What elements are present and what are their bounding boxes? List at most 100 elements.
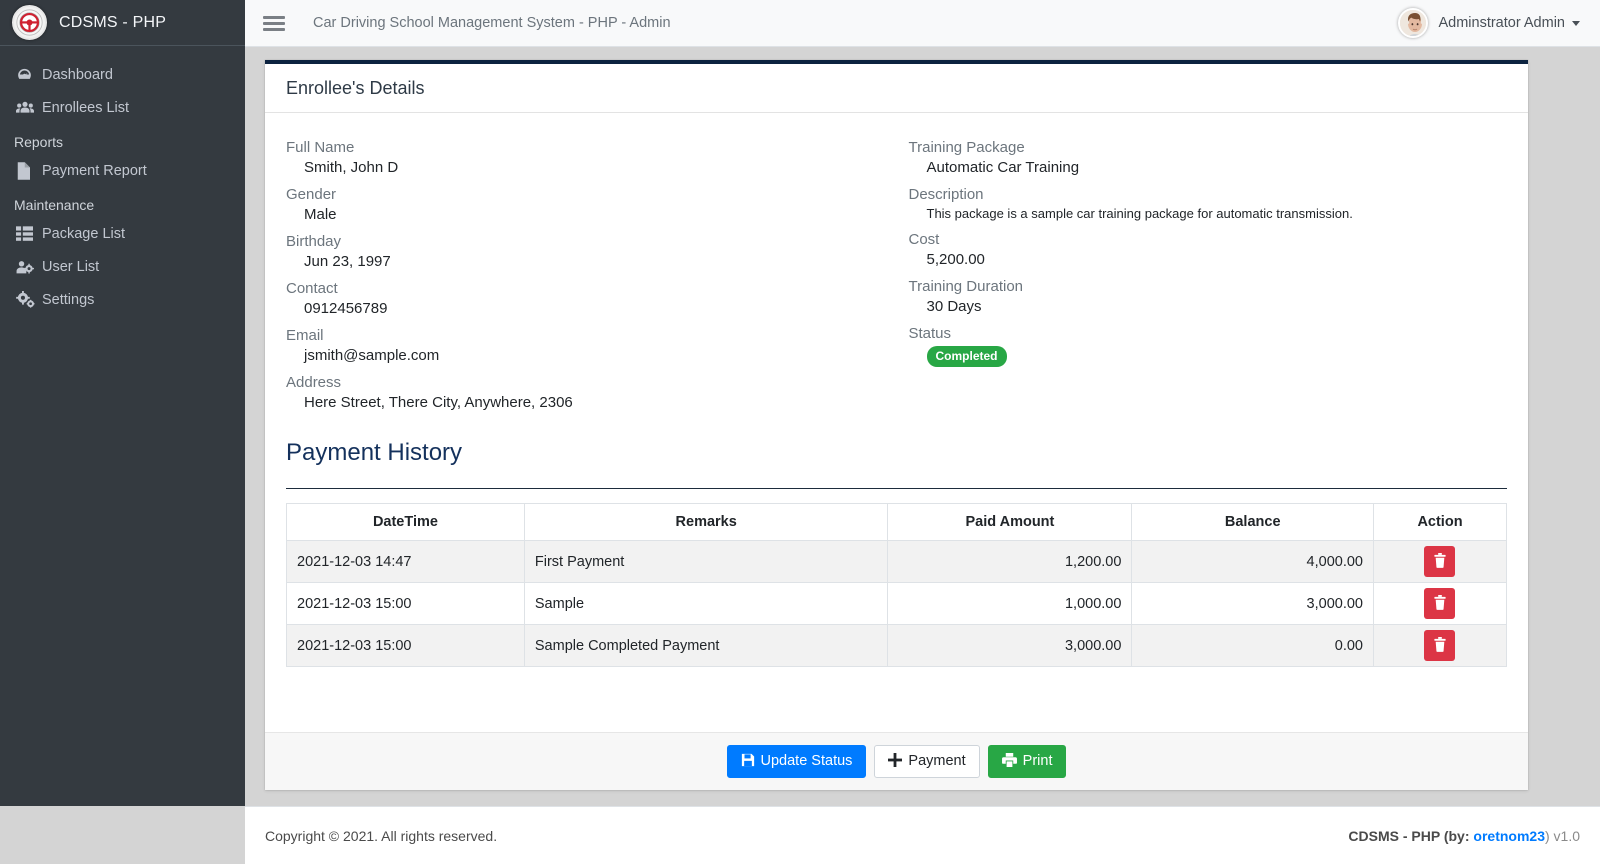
sidebar-item-label: Package List — [42, 225, 126, 242]
delete-payment-button[interactable] — [1424, 546, 1456, 577]
sidebar-item-label: Settings — [42, 291, 95, 308]
users-cog-icon — [16, 259, 42, 275]
card-title: Enrollee's Details — [286, 77, 425, 98]
divider — [286, 488, 1507, 489]
field-value-email: jsmith@sample.com — [304, 347, 440, 364]
brand-header[interactable]: CDSMS - PHP — [0, 0, 245, 46]
table-list-icon — [16, 225, 42, 242]
print-label: Print — [1022, 753, 1053, 770]
field-value-birthday: Jun 23, 1997 — [304, 253, 391, 270]
caret-down-icon — [1572, 20, 1580, 26]
detail-grid: Full Name Smith, John D Gender Male Birt… — [286, 129, 1507, 411]
avatar — [1398, 8, 1429, 38]
column-header-balance: Balance — [1131, 503, 1374, 541]
cogs-icon — [16, 291, 42, 308]
update-status-label: Update Status — [760, 753, 853, 770]
field-label-status: Status — [908, 325, 952, 342]
footer-version: CDSMS - PHP (by: oretnom23) v1.0 — [1348, 828, 1580, 844]
field-label-training-duration: Training Duration — [908, 278, 1024, 295]
status-badge: Completed — [926, 346, 1007, 367]
cell-datetime: 2021-12-03 15:00 — [286, 582, 525, 625]
trash-icon — [1433, 594, 1447, 613]
field-label-contact: Contact — [286, 280, 338, 297]
page-title: Car Driving School Management System - P… — [313, 15, 671, 31]
field-label-birthday: Birthday — [286, 233, 342, 250]
field-value-training-package: Automatic Car Training — [926, 159, 1080, 176]
column-header-paid-amount: Paid Amount — [887, 503, 1133, 541]
field-label-address: Address — [286, 374, 342, 391]
sidebar-item-settings[interactable]: Settings — [0, 283, 245, 316]
sidebar-item-label: Payment Report — [42, 162, 147, 179]
sidebar-item-label: User List — [42, 258, 100, 275]
printer-icon — [1001, 752, 1017, 771]
cell-balance: 3,000.00 — [1131, 582, 1374, 625]
sidebar-item-label: Enrollees List — [42, 99, 130, 116]
field-value-training-duration: 30 Days — [926, 298, 982, 315]
sidebar-item-dashboard[interactable]: Dashboard — [0, 58, 245, 91]
delete-payment-button[interactable] — [1424, 588, 1456, 619]
content-area: Enrollee's Details Full Name Smith, John… — [245, 47, 1600, 806]
field-value-cost: 5,200.00 — [926, 251, 985, 268]
cell-balance: 0.00 — [1131, 624, 1374, 667]
footer-version-text: ) v1.0 — [1544, 827, 1580, 844]
sidebar-item-user-list[interactable]: User List — [0, 250, 245, 283]
sidebar-item-label: Dashboard — [42, 66, 113, 83]
plus-icon — [888, 752, 903, 771]
print-button[interactable]: Print — [987, 744, 1067, 779]
table-row: 2021-12-03 15:00 Sample Completed Paymen… — [286, 624, 1508, 667]
footer-author-link[interactable]: oretnom23 — [1473, 828, 1545, 844]
top-navbar: Car Driving School Management System - P… — [245, 0, 1600, 47]
user-menu[interactable]: Adminstrator Admin — [1398, 8, 1580, 38]
card-header: Enrollee's Details — [265, 64, 1528, 113]
payment-history-title: Payment History — [286, 439, 463, 466]
cell-remarks: First Payment — [523, 540, 889, 583]
column-header-remarks: Remarks — [523, 503, 889, 541]
cell-remarks: Sample — [523, 582, 889, 625]
payment-button[interactable]: Payment — [874, 744, 980, 779]
sidebar-nav: Dashboard Enrollees List Reports Payment… — [0, 46, 245, 316]
cell-paid-amount: 3,000.00 — [887, 624, 1133, 667]
footer-copyright: Copyright © 2021. All rights reserved. — [265, 827, 498, 844]
sidebar-section-maintenance: Maintenance — [14, 197, 95, 213]
field-value-full-name: Smith, John D — [304, 159, 399, 176]
cell-action — [1372, 582, 1508, 625]
trash-icon — [1433, 636, 1447, 655]
hamburger-icon[interactable] — [263, 15, 285, 31]
payment-label: Payment — [908, 753, 966, 770]
payment-history-table: DateTime Remarks Paid Amount Balance Act… — [286, 503, 1508, 667]
footer-app-name: CDSMS - PHP (by: — [1348, 827, 1470, 844]
detail-column-left: Full Name Smith, John D Gender Male Birt… — [286, 129, 897, 411]
card-footer: Update Status Payment Print — [265, 732, 1528, 790]
field-value-gender: Male — [304, 206, 337, 223]
cell-action — [1372, 624, 1508, 667]
cell-balance: 4,000.00 — [1131, 540, 1374, 583]
field-value-address: Here Street, There City, Anywhere, 2306 — [304, 394, 573, 411]
sidebar-item-enrollees-list[interactable]: Enrollees List — [0, 91, 245, 124]
users-icon — [16, 99, 42, 116]
enrollee-details-card: Enrollee's Details Full Name Smith, John… — [265, 60, 1528, 790]
field-label-training-package: Training Package — [908, 139, 1025, 156]
detail-column-right: Training Package Automatic Car Training … — [897, 129, 1508, 411]
tachometer-icon — [16, 66, 42, 83]
file-icon — [16, 161, 42, 180]
delete-payment-button[interactable] — [1424, 630, 1456, 661]
sidebar-item-payment-report[interactable]: Payment Report — [0, 154, 245, 187]
update-status-button[interactable]: Update Status — [726, 744, 867, 779]
brand-name: CDSMS - PHP — [59, 13, 167, 31]
column-header-datetime: DateTime — [286, 503, 525, 541]
steering-wheel-logo — [12, 5, 47, 40]
save-icon — [741, 753, 755, 771]
page-footer: Copyright © 2021. All rights reserved. C… — [245, 806, 1600, 864]
field-label-description: Description — [908, 186, 984, 203]
sidebar: CDSMS - PHP Dashboard Enrollees List Rep… — [0, 0, 245, 806]
sidebar-section-reports: Reports — [14, 134, 64, 150]
sidebar-item-package-list[interactable]: Package List — [0, 217, 245, 250]
table-row: 2021-12-03 14:47 First Payment 1,200.00 … — [286, 540, 1508, 583]
field-label-email: Email — [286, 327, 324, 344]
user-name: Adminstrator Admin — [1438, 15, 1565, 31]
cell-remarks: Sample Completed Payment — [523, 624, 889, 667]
column-header-action: Action — [1372, 503, 1508, 541]
trash-icon — [1433, 552, 1447, 571]
table-row: 2021-12-03 15:00 Sample 1,000.00 3,000.0… — [286, 582, 1508, 625]
field-value-contact: 0912456789 — [304, 300, 388, 317]
